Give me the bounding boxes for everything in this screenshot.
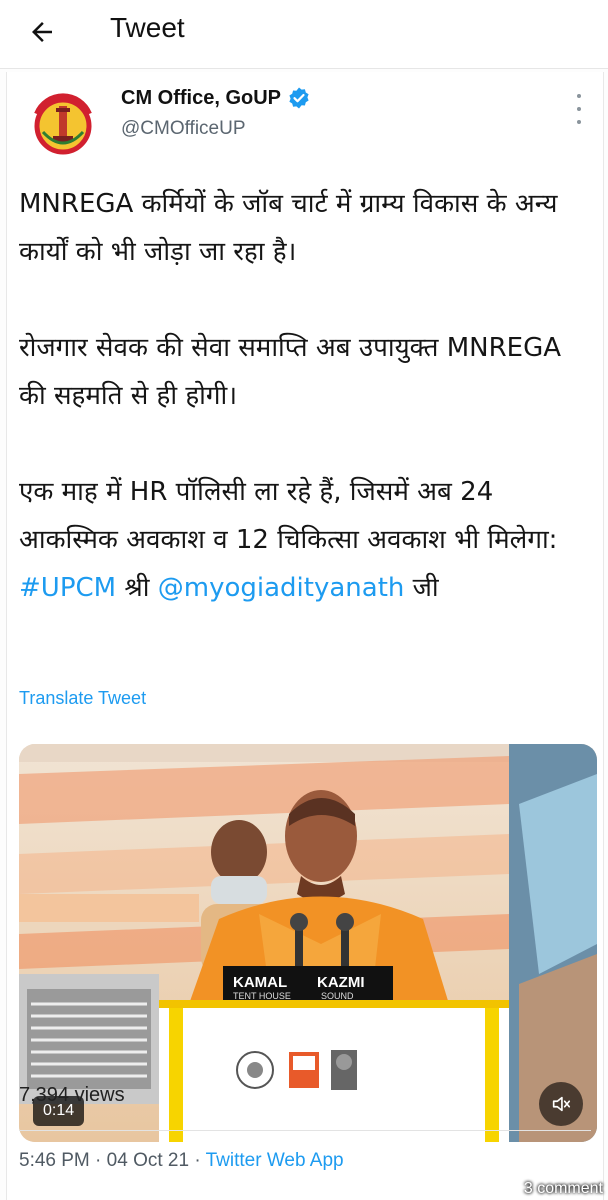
page-title: Tweet — [110, 12, 185, 43]
meta-separator-2: · — [189, 1150, 206, 1171]
author-avatar[interactable] — [23, 84, 103, 164]
tweet-date: 04 Oct 21 — [106, 1150, 190, 1171]
mute-button[interactable] — [539, 1082, 583, 1126]
tweet-text: MNREGA कर्मियों के जॉब चार्ट में ग्राम्य… — [19, 180, 591, 612]
source-app-link[interactable]: Twitter Web App — [206, 1150, 344, 1171]
tweet-card: CM Office, GoUP @CMOfficeUP MNREGA कर्मि… — [6, 72, 604, 1200]
banner-sub-right: SOUND — [321, 991, 354, 1001]
hashtag-link[interactable]: #UPCM — [19, 573, 116, 603]
more-vertical-icon-dot — [577, 107, 581, 111]
meta-separator: · — [89, 1150, 107, 1171]
banner-right-text: KAZMI — [317, 974, 365, 991]
more-options-button[interactable] — [569, 94, 589, 124]
author-name-text: CM Office, GoUP — [121, 86, 282, 109]
tweet-paragraph-1: MNREGA कर्मियों के जॉब चार्ट में ग्राम्य… — [19, 189, 558, 267]
volume-muted-icon — [552, 1096, 571, 1112]
tweet-screen: Tweet CM Office, GoUP @CMOfficeUP MNREGA… — [0, 0, 608, 1200]
author-name[interactable]: CM Office, GoUP — [121, 86, 311, 110]
author-handle[interactable]: @CMOfficeUP — [121, 118, 246, 140]
more-vertical-icon-dot — [577, 120, 581, 124]
view-count: 7,394 views — [19, 1084, 125, 1106]
divider — [19, 1130, 591, 1131]
seal-logo-icon — [24, 85, 102, 163]
video-frame: KAMAL KAZMI TENT HOUSE SOUND — [19, 744, 597, 1142]
paragraph-3-mid: श्री — [116, 573, 158, 603]
comments-count[interactable]: 3 comment — [518, 1178, 608, 1200]
paragraph-3-end: जी — [404, 573, 439, 603]
translate-tweet-link[interactable]: Translate Tweet — [19, 688, 146, 709]
more-vertical-icon — [577, 94, 581, 98]
verified-badge-icon — [287, 86, 311, 110]
tweet-meta: 5:46 PM · 04 Oct 21 · Twitter Web App — [19, 1150, 344, 1172]
banner-left-text: KAMAL — [233, 974, 287, 991]
back-button[interactable] — [20, 10, 64, 54]
top-bar: Tweet — [0, 0, 608, 69]
tweet-paragraph-2: रोजगार सेवक की सेवा समाप्ति अब उपायुक्त … — [19, 333, 562, 411]
video-player[interactable]: KAMAL KAZMI TENT HOUSE SOUND 0:14 — [19, 744, 597, 1142]
tweet-paragraph-3: एक माह में HR पॉलिसी ला रहे हैं, जिसमें … — [19, 468, 591, 612]
back-arrow-icon — [32, 22, 52, 42]
mention-link[interactable]: @myogiadityanath — [158, 573, 405, 603]
tweet-time: 5:46 PM — [19, 1150, 90, 1171]
banner-sub-left: TENT HOUSE — [233, 991, 291, 1001]
paragraph-3-text: एक माह में HR पॉलिसी ला रहे हैं, जिसमें … — [19, 477, 558, 555]
